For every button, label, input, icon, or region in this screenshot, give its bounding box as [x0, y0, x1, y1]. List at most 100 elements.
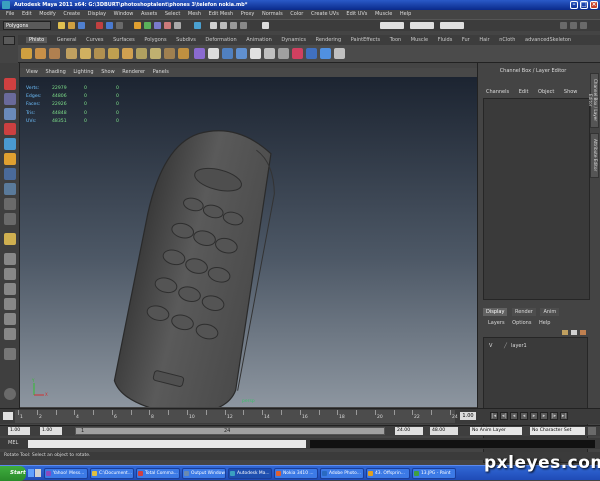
ipr-render-icon[interactable] [230, 22, 237, 29]
shelf-tool-13-icon[interactable] [194, 48, 205, 59]
taskbar-item-maya[interactable]: Autodesk Ma... [228, 468, 272, 479]
phone-model[interactable]: Y X [20, 77, 477, 407]
shelf-tab-curves[interactable]: Curves [86, 37, 103, 43]
shelf-tab-general[interactable]: General [57, 37, 77, 43]
two-pane-layout-icon[interactable] [4, 283, 16, 295]
step-back-frame-icon[interactable]: ◂ [510, 412, 518, 420]
shelf-tool-15-icon[interactable] [222, 48, 233, 59]
open-scene-icon[interactable] [68, 22, 75, 29]
shelf-tab-dynamics[interactable]: Dynamics [281, 37, 306, 43]
time-slider-track[interactable]: 1 2 4 6 8 10 12 14 16 18 20 22 24 [15, 410, 458, 423]
layer-color-swatch-icon[interactable]: ╱ [504, 343, 507, 349]
taskbar-item-output-window[interactable]: Output Window [182, 468, 226, 479]
scale-tool-icon[interactable] [4, 153, 16, 165]
mel-input[interactable] [28, 440, 306, 448]
shelf-tool-20-icon[interactable] [292, 48, 303, 59]
menu-create[interactable]: Create [63, 11, 80, 17]
shelf-tab-deformation[interactable]: Deformation [205, 37, 236, 43]
play-backwards-icon[interactable]: ◂ [520, 412, 528, 420]
persp-graph-layout-icon[interactable] [4, 313, 16, 325]
layer-tab-display[interactable]: Display [483, 308, 508, 316]
shelf-tool-11-icon[interactable] [164, 48, 175, 59]
menu-proxy[interactable]: Proxy [241, 11, 255, 17]
snap-curve-icon[interactable] [154, 22, 161, 29]
menu-mesh[interactable]: Mesh [188, 11, 201, 17]
show-manipulator-icon[interactable] [4, 198, 16, 210]
layer-tab-render[interactable]: Render [512, 308, 536, 316]
panel-menu-shading[interactable]: Shading [45, 69, 65, 75]
shelf-tab-advancedskeleton[interactable]: advancedSkeleton [525, 37, 571, 43]
shelf-tool-22-icon[interactable] [320, 48, 331, 59]
taskbar-item-nokia[interactable]: Nokia 3410 ... [274, 468, 318, 479]
layer-name[interactable]: layer1 [511, 343, 527, 349]
shelf-tool-18-icon[interactable] [264, 48, 275, 59]
taskbar-item-yahoo[interactable]: Yahoo! Mess... [44, 468, 88, 479]
menu-create-uvs[interactable]: Create UVs [311, 11, 339, 17]
shelf-tool-23-icon[interactable] [334, 48, 345, 59]
snap-point-icon[interactable] [164, 22, 171, 29]
shelf-tool-7-icon[interactable] [108, 48, 119, 59]
shelf-tool-12-icon[interactable] [178, 48, 189, 59]
menu-muscle[interactable]: Muscle [375, 11, 392, 17]
panel-menu-panels[interactable]: Panels [153, 69, 169, 75]
shelf-tab-toon[interactable]: Toon [390, 37, 402, 43]
select-by-component-icon[interactable] [116, 22, 123, 29]
input-field-x[interactable] [380, 22, 404, 29]
animation-end-field[interactable]: 48.00 [430, 427, 458, 435]
menu-modify[interactable]: Modify [39, 11, 56, 17]
input-line-icon[interactable] [262, 22, 269, 29]
layer-menu-help[interactable]: Help [539, 320, 550, 326]
shelf-tool-9-icon[interactable] [136, 48, 147, 59]
new-layer-selected-icon[interactable] [571, 330, 577, 335]
side-tab-attribute-editor[interactable]: Attribute Editor [590, 133, 599, 178]
show-attribute-editor-icon[interactable] [560, 22, 567, 29]
character-set-dropdown[interactable]: No Character Set [530, 427, 585, 435]
menu-set-dropdown[interactable]: Polygons [3, 21, 51, 30]
shelf-tool-6-icon[interactable] [94, 48, 105, 59]
shelf-tab-subdivs[interactable]: Subdivs [176, 37, 196, 43]
quicklaunch-icon[interactable] [35, 469, 41, 477]
mel-label[interactable]: MEL [8, 438, 18, 449]
layer-row[interactable]: V ╱ layer1 [486, 343, 586, 351]
soft-mod-tool-icon[interactable] [4, 183, 16, 195]
taskbar-item-photoshop[interactable]: Adobe Photo... [320, 468, 364, 479]
playback-end-field[interactable]: 24.00 [395, 427, 423, 435]
shelf-tool-16-icon[interactable] [236, 48, 247, 59]
taskbar-item-total-commander[interactable]: Total Comma... [136, 468, 180, 479]
anim-layer-dropdown[interactable]: No Anim Layer [470, 427, 522, 435]
shelf-tool-3-icon[interactable] [49, 48, 60, 59]
anim-preferences-icon[interactable] [588, 427, 596, 435]
panel-menu-renderer[interactable]: Renderer [122, 69, 145, 75]
render-settings-icon[interactable] [240, 22, 247, 29]
menu-file[interactable]: File [6, 11, 14, 17]
start-button[interactable]: Start [0, 466, 26, 481]
paint-select-tool-icon[interactable] [4, 108, 16, 120]
shelf-tab-phisto[interactable]: Phisto [26, 37, 48, 43]
channel-menu-edit[interactable]: Edit [519, 89, 529, 95]
select-tool-icon[interactable] [4, 78, 16, 90]
lasso-tool-icon[interactable] [4, 93, 16, 105]
history-icon[interactable] [194, 22, 201, 29]
menu-color[interactable]: Color [290, 11, 303, 17]
shelf-tab-surfaces[interactable]: Surfaces [113, 37, 135, 43]
select-by-hierarchy-icon[interactable] [96, 22, 103, 29]
shelf-tab-hair[interactable]: Hair [479, 37, 489, 43]
four-pane-layout-icon[interactable] [4, 268, 16, 280]
layer-options-icon[interactable] [580, 330, 586, 335]
range-slider-track[interactable]: 1 24 [75, 427, 385, 435]
select-by-object-icon[interactable] [106, 22, 113, 29]
input-field-z[interactable] [440, 22, 464, 29]
shelf-tab-painteffects[interactable]: PaintEffects [351, 37, 380, 43]
shelf-tab-ncloth[interactable]: nCloth [499, 37, 515, 43]
minimize-button[interactable]: – [570, 1, 578, 9]
snap-plane-icon[interactable] [174, 22, 181, 29]
quicklaunch-icon[interactable] [28, 469, 34, 477]
shelf-tool-14-icon[interactable] [208, 48, 219, 59]
go-to-end-icon[interactable]: ▸| [560, 412, 568, 420]
universal-manipulator-icon[interactable] [4, 168, 16, 180]
play-forwards-icon[interactable]: ▸ [530, 412, 538, 420]
side-tab-channel-box[interactable]: Channel Box / Layer Editor [588, 73, 599, 128]
shelf-tab-polygons[interactable]: Polygons [144, 37, 166, 43]
show-tool-settings-icon[interactable] [570, 22, 577, 29]
save-scene-icon[interactable] [78, 22, 85, 29]
